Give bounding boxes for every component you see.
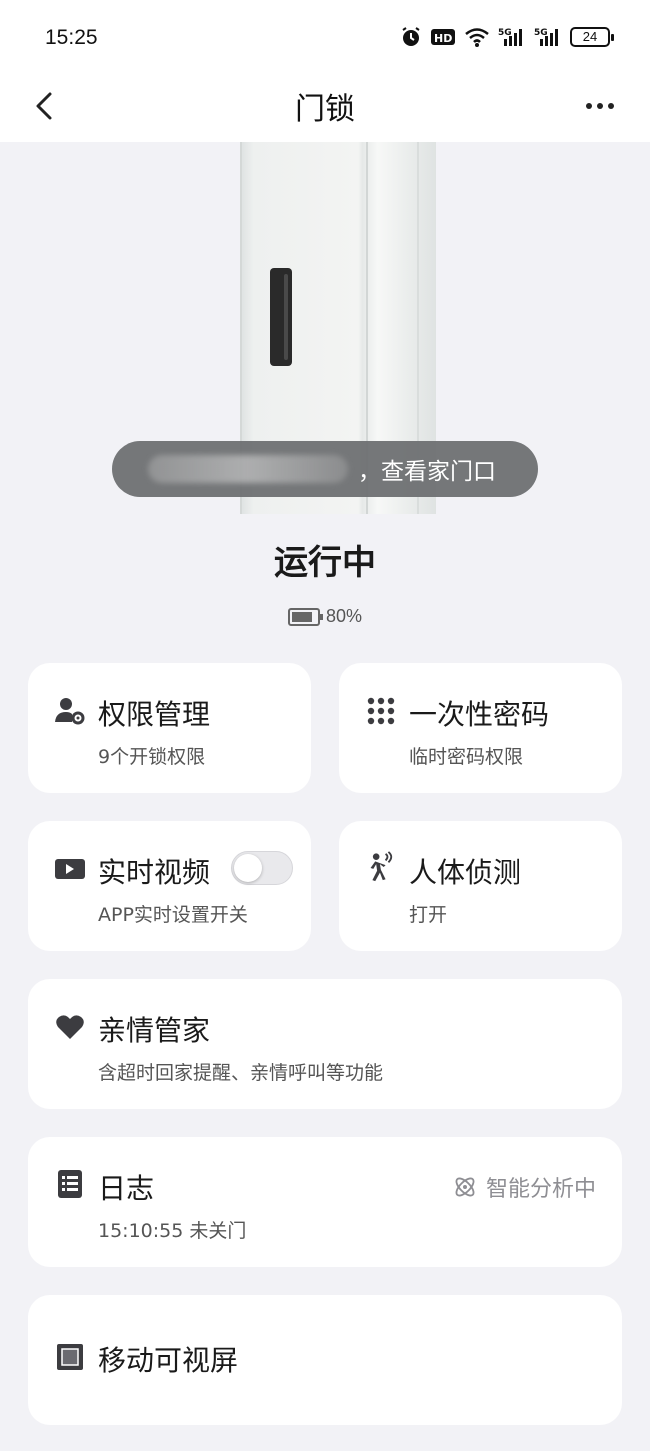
hd-icon: HD xyxy=(431,29,455,45)
more-dots-icon xyxy=(586,103,592,109)
permissions-card[interactable]: 权限管理 9个开锁权限 xyxy=(28,663,311,793)
device-status: 运行中 xyxy=(274,543,376,583)
battery-percent: 80% xyxy=(325,606,363,626)
status-icons: HD 5G 5G 24 xyxy=(400,22,614,52)
more-button[interactable] xyxy=(578,92,622,120)
card-title: 亲情管家 xyxy=(98,1014,211,1047)
svg-text:HD: HD xyxy=(434,32,452,45)
5g-signal-icon: 5G xyxy=(534,28,558,46)
live-video-toggle[interactable] xyxy=(231,851,293,885)
heart-icon xyxy=(54,1011,86,1043)
motion-person-icon xyxy=(363,851,395,883)
view-doorstep-button[interactable]: ，查看家门口 xyxy=(112,441,538,497)
card-title: 权限管理 xyxy=(98,698,211,731)
card-subtitle: 打开 xyxy=(409,904,448,926)
one-time-password-card[interactable]: 一次性密码 临时密码权限 xyxy=(339,663,622,793)
toggle-knob xyxy=(234,854,262,882)
screen-square-icon xyxy=(54,1341,86,1373)
card-title: 移动可视屏 xyxy=(98,1344,239,1377)
card-title: 日志 xyxy=(98,1172,155,1205)
door-preview: ，查看家门口 xyxy=(0,142,650,522)
card-subtitle: APP实时设置开关 xyxy=(98,904,248,926)
card-title: 一次性密码 xyxy=(409,698,550,731)
analyzing-badge: 智能分析中 xyxy=(452,1171,596,1203)
log-card[interactable]: 日志 智能分析中 15:10:55 未关门 xyxy=(28,1137,622,1267)
atom-icon xyxy=(455,1177,475,1197)
card-title: 实时视频 xyxy=(98,856,211,889)
view-doorstep-label: ，查看家门口 xyxy=(358,459,496,485)
video-camera-icon xyxy=(54,853,86,885)
battery-icon: 24 xyxy=(570,27,614,47)
card-subtitle: 9个开锁权限 xyxy=(98,746,206,768)
blurred-text xyxy=(148,455,348,483)
device-battery: 80% xyxy=(0,606,650,627)
user-settings-icon xyxy=(54,695,86,727)
card-subtitle: 15:10:55 未关门 xyxy=(98,1220,247,1242)
page-title: 门锁 xyxy=(295,92,355,127)
card-subtitle: 临时密码权限 xyxy=(409,746,524,768)
card-title: 人体侦测 xyxy=(409,856,522,889)
list-icon xyxy=(54,1168,86,1200)
status-time: 15:25 xyxy=(45,26,98,49)
battery-icon xyxy=(287,607,323,626)
analyzing-label: 智能分析中 xyxy=(485,1177,596,1202)
keypad-icon xyxy=(365,695,397,727)
alarm-icon xyxy=(402,27,420,46)
mobile-screen-card[interactable]: 移动可视屏 xyxy=(28,1295,622,1425)
card-subtitle: 含超时回家提醒、亲情呼叫等功能 xyxy=(98,1062,384,1084)
wifi-icon xyxy=(465,28,489,47)
motion-detection-card[interactable]: 人体侦测 打开 xyxy=(339,821,622,951)
family-butler-card[interactable]: 亲情管家 含超时回家提醒、亲情呼叫等功能 xyxy=(28,979,622,1109)
door-handle xyxy=(270,268,292,366)
5g-signal-icon: 5G xyxy=(498,28,522,46)
status-bar: 15:25 HD 5G 5G 24 xyxy=(0,0,650,72)
nav-bar: 门锁 xyxy=(0,72,650,142)
live-video-card[interactable]: 实时视频 APP实时设置开关 xyxy=(28,821,311,951)
